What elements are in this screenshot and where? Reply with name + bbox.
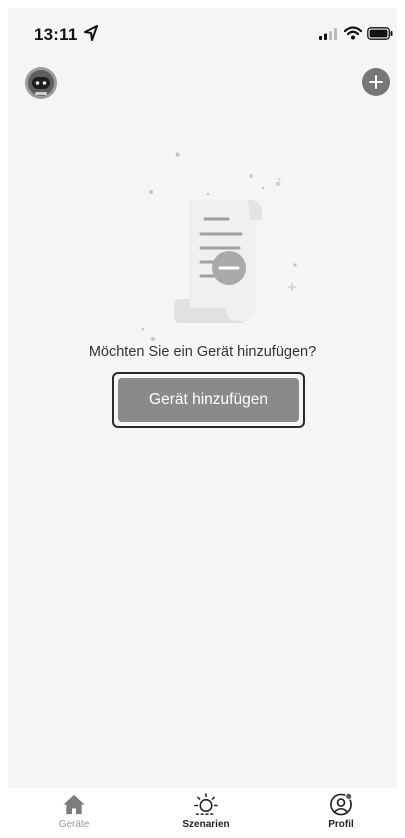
cellular-signal-icon <box>319 28 337 40</box>
add-device-plus-button[interactable] <box>362 68 390 96</box>
tab-profile-label: Profil <box>328 819 354 830</box>
add-device-button[interactable]: Gerät hinzufügen <box>118 378 299 422</box>
sun-icon <box>194 793 218 815</box>
robot-avatar-icon[interactable] <box>24 66 58 100</box>
tab-profile[interactable]: Profil <box>301 792 381 830</box>
tab-devices[interactable]: Geräte <box>34 792 114 830</box>
tab-devices-label: Geräte <box>58 819 90 830</box>
tab-scenes-label: Szenarien <box>182 819 230 830</box>
profile-icon <box>330 792 353 816</box>
document-scroll-illustration <box>141 152 297 341</box>
tab-bar: Geräte Szenarien Profil <box>8 788 397 830</box>
tab-scenes[interactable]: Szenarien <box>166 792 246 830</box>
location-arrow-icon <box>84 25 98 41</box>
status-time: 13:11 <box>34 25 78 44</box>
wifi-icon <box>344 26 362 40</box>
home-icon <box>63 794 85 815</box>
empty-state-prompt: Möchten Sie ein Gerät hinzufügen? <box>88 344 317 360</box>
app-screen: 13:11 Möchten Sie ein Gerät hinzufügen? … <box>8 8 397 830</box>
status-bar: 13:11 <box>8 8 397 56</box>
battery-icon <box>367 27 393 40</box>
